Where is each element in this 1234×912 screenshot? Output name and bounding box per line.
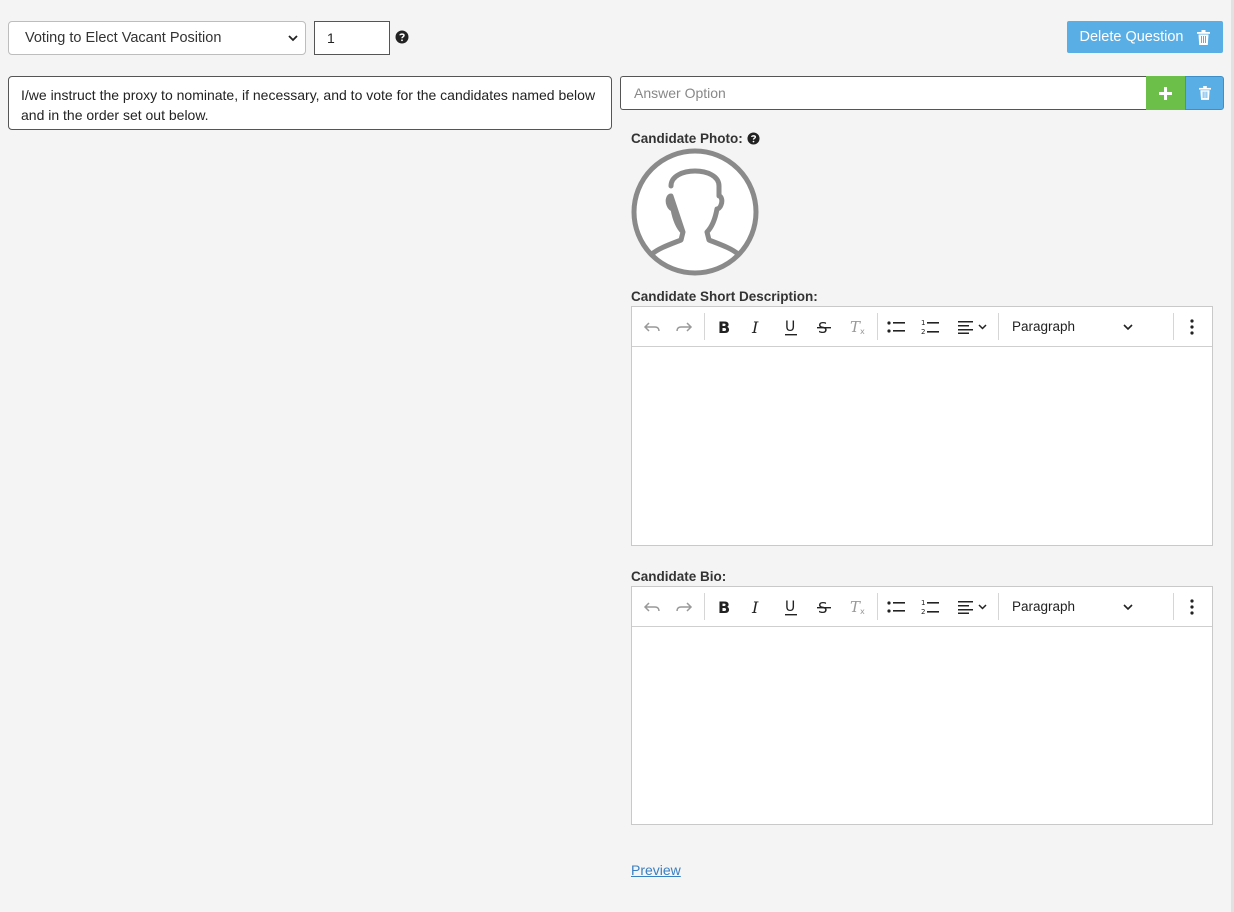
strikethrough-icon[interactable]: S — [812, 307, 836, 346]
redo-icon[interactable] — [672, 307, 696, 346]
svg-text:U: U — [785, 319, 795, 335]
toolbar-divider — [877, 313, 878, 340]
strikethrough-icon[interactable]: S — [812, 587, 836, 626]
plus-icon — [1159, 86, 1172, 100]
svg-text:1: 1 — [921, 319, 925, 327]
trash-icon — [1198, 86, 1211, 100]
align-dropdown[interactable] — [952, 587, 994, 626]
help-icon[interactable] — [395, 30, 409, 44]
editor-toolbar: B I U S Tx 12 Paragraph — [632, 587, 1212, 627]
svg-text:I: I — [751, 599, 759, 615]
remove-answer-button[interactable] — [1185, 76, 1224, 110]
svg-text:x: x — [860, 607, 865, 615]
answer-option-row: Answer Option — [620, 76, 1224, 110]
svg-text:x: x — [860, 327, 865, 335]
toolbar-divider — [1173, 593, 1174, 620]
clear-formatting-icon[interactable]: Tx — [846, 307, 870, 346]
svg-text:B: B — [718, 599, 730, 615]
toolbar-divider — [998, 313, 999, 340]
bio-editor: B I U S Tx 12 Paragraph — [631, 586, 1213, 825]
preview-link[interactable]: Preview — [631, 862, 681, 878]
bold-icon[interactable]: B — [712, 587, 736, 626]
numbered-list-icon[interactable]: 12 — [918, 587, 942, 626]
svg-text:2: 2 — [921, 608, 925, 615]
redo-icon[interactable] — [672, 587, 696, 626]
italic-icon[interactable]: I — [745, 307, 769, 346]
bullet-list-icon[interactable] — [884, 307, 908, 346]
short-description-label: Candidate Short Description: — [631, 289, 818, 304]
more-options-icon[interactable] — [1180, 307, 1204, 346]
underline-icon[interactable]: U — [779, 587, 803, 626]
bold-icon[interactable]: B — [712, 307, 736, 346]
question-text-value: I/we instruct the proxy to nominate, if … — [21, 87, 596, 123]
question-type-select[interactable]: Voting to Elect Vacant Position — [8, 21, 306, 55]
underline-icon[interactable]: U — [779, 307, 803, 346]
answer-option-placeholder: Answer Option — [634, 85, 726, 101]
block-format-value: Paragraph — [1012, 599, 1076, 614]
undo-icon[interactable] — [640, 587, 664, 626]
vacancy-count-value: 1 — [327, 30, 335, 46]
more-options-icon[interactable] — [1180, 587, 1204, 626]
bio-label: Candidate Bio: — [631, 569, 726, 584]
toolbar-divider — [877, 593, 878, 620]
toolbar-divider — [704, 313, 705, 340]
short-description-content[interactable] — [632, 347, 1212, 546]
block-format-select[interactable]: Paragraph — [1012, 307, 1075, 346]
candidate-photo-label-text: Candidate Photo: — [631, 131, 743, 146]
svg-text:I: I — [751, 319, 759, 335]
chevron-down-icon — [1123, 324, 1133, 331]
bio-label-text: Candidate Bio: — [631, 569, 727, 584]
block-format-value: Paragraph — [1012, 319, 1076, 334]
candidate-photo-label: Candidate Photo: — [631, 131, 760, 146]
chevron-down-icon — [1123, 604, 1133, 611]
toolbar-divider — [704, 593, 705, 620]
delete-question-button[interactable]: Delete Question — [1067, 21, 1223, 53]
align-left-icon — [958, 600, 987, 614]
svg-text:U: U — [785, 599, 795, 615]
toolbar-divider — [998, 593, 999, 620]
undo-icon[interactable] — [640, 307, 664, 346]
svg-text:1: 1 — [921, 599, 925, 607]
toolbar-divider — [1173, 313, 1174, 340]
question-text-field[interactable]: I/we instruct the proxy to nominate, if … — [8, 76, 612, 130]
candidate-photo-placeholder-icon[interactable] — [631, 148, 759, 276]
svg-text:2: 2 — [921, 328, 925, 335]
add-answer-button[interactable] — [1146, 76, 1185, 110]
short-description-label-text: Candidate Short Description: — [631, 289, 818, 304]
question-type-value: Voting to Elect Vacant Position — [25, 30, 222, 46]
clear-formatting-icon[interactable]: Tx — [846, 587, 870, 626]
italic-icon[interactable]: I — [745, 587, 769, 626]
help-icon[interactable] — [746, 132, 760, 145]
align-left-icon — [958, 320, 987, 334]
vacancy-count-input[interactable]: 1 — [314, 21, 390, 55]
block-format-select[interactable]: Paragraph — [1012, 587, 1075, 626]
svg-text:B: B — [718, 319, 730, 335]
bio-content[interactable] — [632, 627, 1212, 825]
delete-question-label: Delete Question — [1079, 29, 1184, 45]
align-dropdown[interactable] — [952, 307, 994, 346]
numbered-list-icon[interactable]: 12 — [918, 307, 942, 346]
chevron-down-icon — [288, 35, 298, 42]
editor-toolbar: B I U S Tx 12 Paragraph — [632, 307, 1212, 347]
answer-option-input[interactable]: Answer Option — [620, 76, 1146, 110]
trash-icon — [1197, 29, 1211, 45]
bullet-list-icon[interactable] — [884, 587, 908, 626]
short-description-editor: B I U S Tx 12 Paragraph — [631, 306, 1213, 546]
